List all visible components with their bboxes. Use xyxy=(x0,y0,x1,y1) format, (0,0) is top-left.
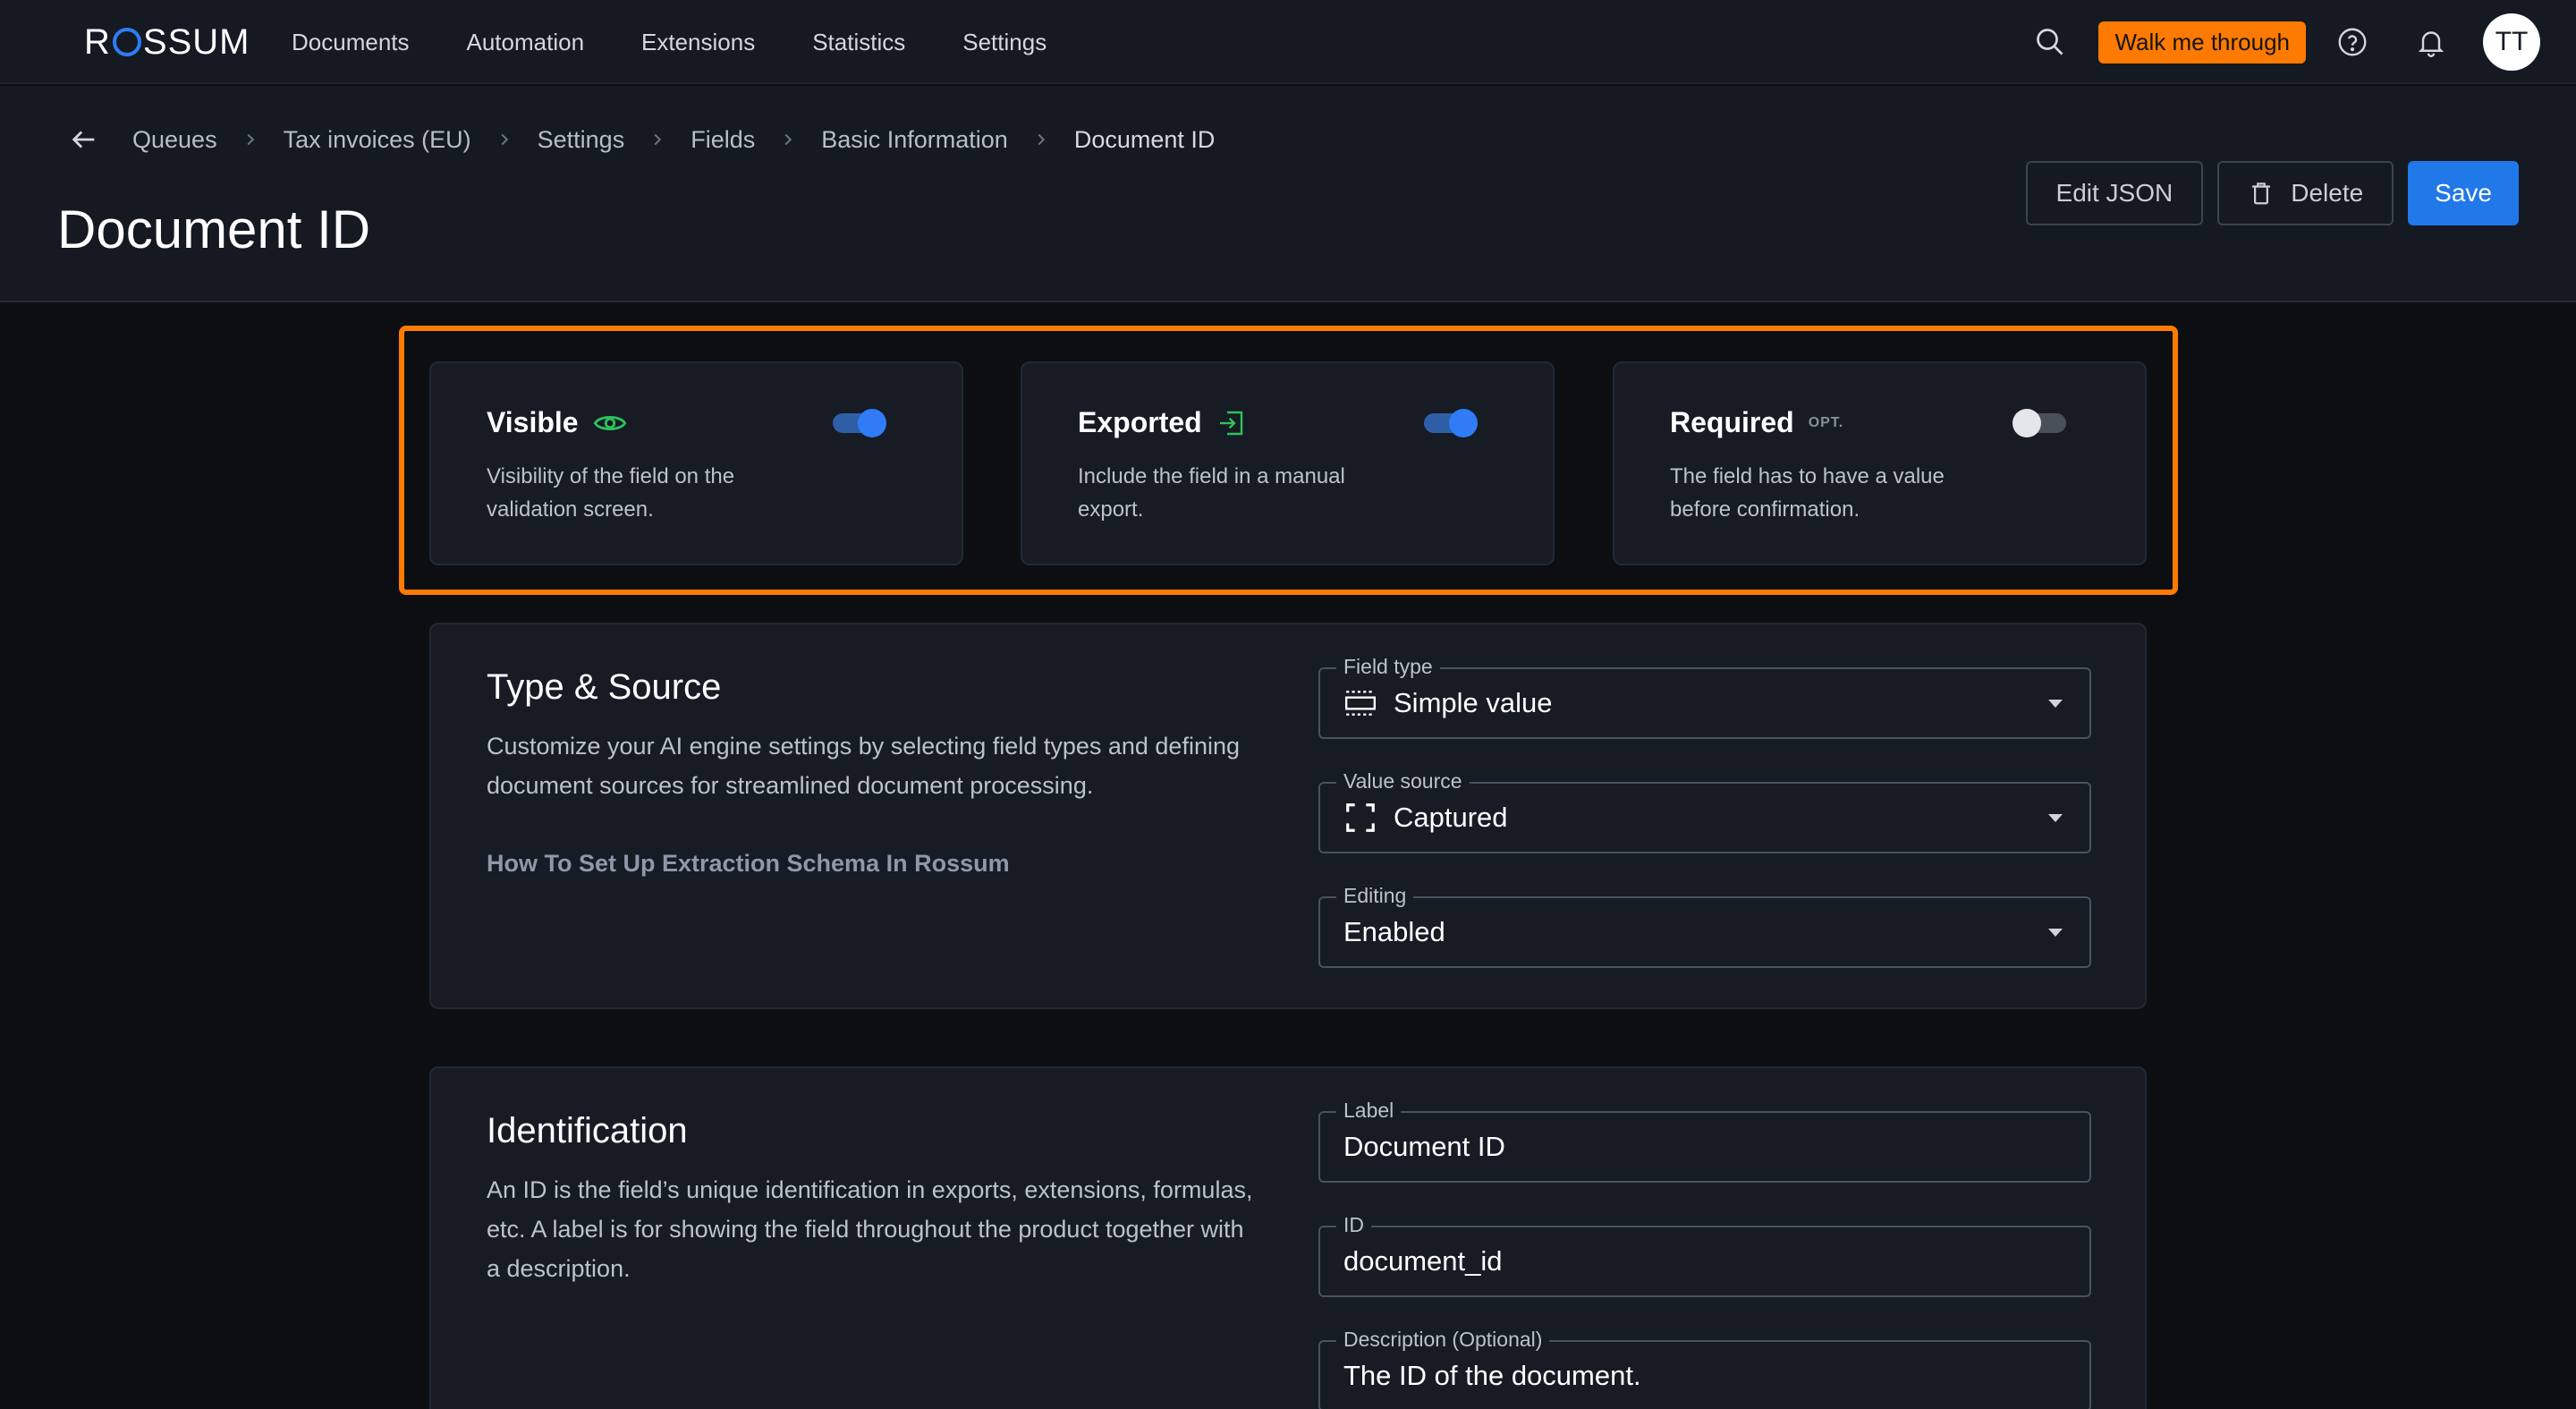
label-field-value: Document ID xyxy=(1343,1131,1505,1162)
chevron-right-icon xyxy=(1033,132,1049,148)
value-source-value: Captured xyxy=(1394,802,1508,833)
visible-card: Visible Visibility of the field on the v… xyxy=(429,361,963,565)
bell-icon[interactable] xyxy=(2410,21,2453,64)
nav-automation[interactable]: Automation xyxy=(467,29,585,56)
delete-button[interactable]: Delete xyxy=(2217,161,2394,225)
nav-extensions[interactable]: Extensions xyxy=(641,29,755,56)
back-arrow-icon[interactable] xyxy=(66,122,102,157)
edit-json-button[interactable]: Edit JSON xyxy=(2025,161,2204,225)
nav-statistics[interactable]: Statistics xyxy=(812,29,905,56)
caret-down-icon xyxy=(2048,700,2063,708)
nav-settings[interactable]: Settings xyxy=(962,29,1046,56)
simple-value-icon xyxy=(1343,688,1377,718)
delete-button-label: Delete xyxy=(2291,179,2364,207)
main-nav: Documents Automation Extensions Statisti… xyxy=(292,0,1104,84)
caret-down-icon xyxy=(2048,814,2063,822)
required-toggle[interactable] xyxy=(2012,409,2066,437)
search-icon[interactable] xyxy=(2029,21,2072,64)
required-card: Required OPT. The field has to have a va… xyxy=(1613,361,2147,565)
rossum-logo[interactable]: R SSUM xyxy=(84,20,250,64)
label-input[interactable]: Label Document ID xyxy=(1318,1099,2091,1183)
chevron-right-icon xyxy=(242,132,258,148)
chevron-right-icon xyxy=(780,132,796,148)
required-title: Required xyxy=(1670,406,1794,438)
exported-description: Include the field in a manual export. xyxy=(1078,464,1345,522)
breadcrumb-settings[interactable]: Settings xyxy=(538,126,625,154)
description-input[interactable]: Description (Optional) The ID of the doc… xyxy=(1318,1328,2091,1409)
identification-title: Identification xyxy=(487,1111,688,1150)
extraction-schema-help-link[interactable]: How To Set Up Extraction Schema In Rossu… xyxy=(487,850,1010,878)
breadcrumb-current: Document ID xyxy=(1073,125,1216,153)
breadcrumb: Queues Tax invoices (EU) Settings Fields… xyxy=(66,122,1215,157)
visible-title: Visible xyxy=(487,406,579,438)
breadcrumb-fields[interactable]: Fields xyxy=(691,126,755,154)
exported-toggle[interactable] xyxy=(1424,409,1478,437)
field-type-value: Simple value xyxy=(1394,687,1553,718)
required-description: The field has to have a value before con… xyxy=(1670,464,1945,522)
chevron-right-icon xyxy=(649,132,665,148)
identification-section: Identification An ID is the field’s uniq… xyxy=(429,1066,2147,1409)
save-button[interactable]: Save xyxy=(2408,161,2519,225)
exported-title: Exported xyxy=(1078,406,1202,438)
walk-me-through-button[interactable]: Walk me through xyxy=(2098,21,2306,64)
capture-icon xyxy=(1343,801,1377,835)
exported-card: Exported Include the field in a manual e… xyxy=(1021,361,1555,565)
identification-description: An ID is the field’s unique identificati… xyxy=(487,1176,1253,1282)
type-source-section: Type & Source Customize your AI engine s… xyxy=(429,623,2147,1009)
field-type-select[interactable]: Field type Simple value xyxy=(1318,655,2091,739)
top-navigation: R SSUM Documents Automation Extensions St… xyxy=(0,0,2576,84)
id-input[interactable]: ID document_id xyxy=(1318,1213,2091,1297)
nav-right-tools: Walk me through TT xyxy=(2029,0,2540,84)
export-icon xyxy=(1216,409,1245,437)
editing-select[interactable]: Editing Enabled xyxy=(1318,884,2091,968)
breadcrumb-queues[interactable]: Queues xyxy=(132,126,217,154)
type-source-description: Customize your AI engine settings by sel… xyxy=(487,733,1240,799)
editing-value: Enabled xyxy=(1343,916,1445,947)
visible-toggle[interactable] xyxy=(833,409,886,437)
eye-icon xyxy=(593,412,627,435)
page-title: Document ID xyxy=(57,199,371,259)
value-source-select[interactable]: Value source Captured xyxy=(1318,769,2091,853)
caret-down-icon xyxy=(2048,929,2063,937)
optional-badge: OPT. xyxy=(1808,414,1844,430)
page-header: Queues Tax invoices (EU) Settings Fields… xyxy=(0,86,2576,302)
help-icon[interactable] xyxy=(2331,21,2374,64)
type-source-title: Type & Source xyxy=(487,667,722,707)
breadcrumb-section[interactable]: Basic Information xyxy=(821,126,1008,154)
breadcrumb-queue[interactable]: Tax invoices (EU) xyxy=(284,126,471,154)
description-field-value: The ID of the document. xyxy=(1343,1360,1641,1391)
nav-documents[interactable]: Documents xyxy=(292,29,410,56)
trash-icon xyxy=(2252,182,2271,205)
chevron-right-icon xyxy=(496,132,513,148)
visible-description: Visibility of the field on the validatio… xyxy=(487,464,735,522)
avatar[interactable]: TT xyxy=(2483,13,2540,71)
id-field-value: document_id xyxy=(1343,1245,1503,1277)
header-actions: Edit JSON Delete Save xyxy=(2012,161,2519,225)
